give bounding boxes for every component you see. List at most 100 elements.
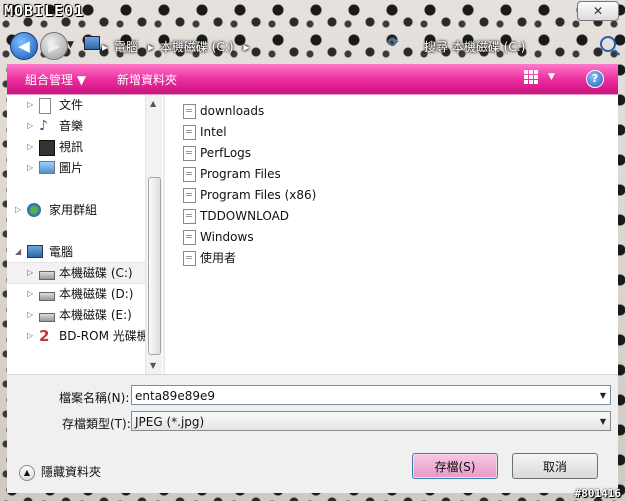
file-name: TDDOWNLOAD [200, 209, 290, 223]
sidebar-item-label: 文件 [59, 98, 84, 112]
refresh-icon[interactable]: ⟳ [388, 36, 399, 51]
filename-value: enta89e89e9 [135, 389, 215, 403]
folder-icon [183, 251, 196, 266]
new-folder-button[interactable]: 新增資料夾 [117, 71, 177, 88]
breadcrumb-separator: ▸ [243, 40, 250, 54]
site-logo: MOBILE01 [4, 2, 85, 20]
file-name: Windows [200, 230, 254, 244]
sidebar-item-music[interactable]: ▷ ♪ 音樂 [7, 116, 147, 136]
folder-icon [183, 125, 196, 140]
chevron-down-icon[interactable]: ▼ [600, 412, 606, 432]
sidebar-item-label: 家用群組 [49, 203, 98, 217]
sidebar-item-label: BD-ROM 光碟機 [59, 329, 149, 343]
sidebar-item-drive-d[interactable]: ▷ 本機磁碟 (D:) [7, 284, 147, 304]
recent-pages-dropdown[interactable]: ▼ [67, 40, 74, 50]
expand-arrow-icon[interactable]: ▷ [15, 200, 21, 220]
folder-icon [183, 188, 196, 203]
file-name: 使用者 [200, 251, 237, 265]
sidebar-item-label: 視訊 [59, 140, 84, 154]
collapse-arrow-icon[interactable]: ◢ [15, 242, 21, 262]
document-icon [39, 98, 51, 114]
expand-arrow-icon[interactable]: ▷ [27, 95, 33, 115]
sidebar-item-computer[interactable]: ◢ 電腦 [7, 242, 147, 262]
filetype-label: 存檔類型(T): [62, 417, 131, 431]
sidebar-item-label: 本機磁碟 (D:) [59, 287, 134, 301]
save-form: 檔案名稱(N): enta89e89e9 ▼ 存檔類型(T): JPEG (*.… [7, 374, 618, 493]
sidebar-item-drive-e[interactable]: ▷ 本機磁碟 (E:) [7, 305, 147, 325]
sidebar-item-label: 電腦 [49, 245, 74, 259]
navigation-bar: ◀ ▶ ▼ ▸ 電腦 ▸ 本機磁碟 (C:) ▸ ⟳ 搜尋 本機磁碟 (C:) [0, 28, 625, 62]
file-name: Program Files [200, 167, 281, 181]
breadcrumb-separator: ▸ [102, 40, 109, 54]
sidebar-item-label: 圖片 [59, 161, 84, 175]
folder-icon [183, 209, 196, 224]
expand-arrow-icon[interactable]: ▷ [27, 116, 33, 136]
picture-icon [39, 161, 55, 174]
scroll-up-icon[interactable]: ▲ [150, 99, 156, 108]
title-bar: MOBILE01 ✕ [0, 0, 625, 26]
sidebar-item-pictures[interactable]: ▷ 圖片 [7, 158, 147, 178]
sidebar-item-homegroup[interactable]: ▷ 家用群組 [7, 200, 147, 220]
folder-icon [183, 104, 196, 119]
drive-c-icon [39, 271, 55, 280]
file-name: PerfLogs [200, 146, 252, 160]
navigation-scrollbar[interactable]: ▲ ▼ [145, 95, 162, 375]
breadcrumb-separator: ▸ [147, 40, 154, 54]
video-icon [39, 140, 55, 156]
expand-arrow-icon[interactable]: ▷ [27, 158, 33, 178]
back-button[interactable]: ◀ [10, 32, 38, 60]
drive-icon [39, 313, 55, 322]
filetype-select[interactable]: JPEG (*.jpg) ▼ [131, 411, 611, 431]
breadcrumb: ▸ 電腦 ▸ 本機磁碟 (C:) ▸ [84, 38, 255, 55]
sidebar-item-label: 本機磁碟 (E:) [59, 308, 132, 322]
expand-arrow-icon[interactable]: ▷ [27, 284, 33, 304]
sidebar-item-documents[interactable]: ▷ 文件 [7, 95, 147, 115]
save-button[interactable]: 存檔(S) [412, 453, 498, 479]
chevron-down-icon[interactable]: ▼ [600, 386, 606, 406]
expand-arrow-icon[interactable]: ▷ [27, 326, 33, 346]
folder-icon [183, 230, 196, 245]
pane-splitter[interactable] [163, 95, 165, 375]
filetype-value: JPEG (*.jpg) [135, 415, 205, 429]
view-dropdown-icon[interactable]: ▼ [548, 72, 555, 82]
command-toolbar: 組合管理 ▼ 新增資料夾 ▼ ? [7, 64, 618, 94]
watermark: #801416 [574, 487, 621, 500]
breadcrumb-drive-c[interactable]: 本機磁碟 (C:) [160, 40, 234, 54]
expand-arrow-icon[interactable]: ▷ [27, 263, 33, 283]
computer-icon [27, 245, 43, 258]
expand-arrow-icon[interactable]: ▷ [27, 305, 33, 325]
content-area: ▷ 文件 ▷ ♪ 音樂 ▷ 視訊 ▷ 圖片 ▷ 家用群組 ◢ 電腦 ▷ 本機磁碟… [7, 94, 618, 375]
forward-button[interactable]: ▶ [40, 32, 68, 60]
scrollbar-thumb[interactable] [148, 177, 161, 355]
sidebar-item-drive-c[interactable]: ▷ 本機磁碟 (C:) [7, 262, 147, 284]
help-icon[interactable]: ? [586, 70, 604, 88]
breadcrumb-computer[interactable]: 電腦 [114, 40, 138, 54]
file-name: downloads [200, 104, 265, 118]
filename-label: 檔案名稱(N): [59, 391, 130, 405]
file-name: Intel [200, 125, 227, 139]
filename-field[interactable]: enta89e89e9 ▼ [131, 385, 611, 405]
chevron-up-icon: ▲ [19, 464, 35, 481]
search-icon[interactable] [600, 36, 616, 52]
folder-icon [183, 167, 196, 182]
file-name: Program Files (x86) [200, 188, 317, 202]
navigation-pane: ▷ 文件 ▷ ♪ 音樂 ▷ 視訊 ▷ 圖片 ▷ 家用群組 ◢ 電腦 ▷ 本機磁碟… [7, 95, 157, 375]
sidebar-item-bd-rom[interactable]: ▷ 2 BD-ROM 光碟機 [7, 326, 149, 346]
sidebar-item-video[interactable]: ▷ 視訊 [7, 137, 147, 157]
music-icon: ♪ [39, 118, 48, 134]
bd-rom-icon: 2 [39, 327, 50, 345]
homegroup-icon [27, 203, 41, 217]
cancel-button[interactable]: 取消 [512, 453, 598, 479]
search-input[interactable]: 搜尋 本機磁碟 (C:) [424, 38, 525, 55]
sidebar-item-label: 本機磁碟 (C:) [59, 266, 133, 280]
drive-icon [39, 292, 55, 301]
scroll-down-icon[interactable]: ▼ [150, 361, 156, 370]
sidebar-item-label: 音樂 [59, 119, 84, 133]
folder-icon [183, 146, 196, 161]
view-options-icon[interactable] [524, 70, 538, 84]
expand-arrow-icon[interactable]: ▷ [27, 137, 33, 157]
search-box[interactable]: ⟳ 搜尋 本機磁碟 (C:) [388, 32, 620, 56]
hide-folders-toggle[interactable]: ▲ 隱藏資料夾 [19, 463, 101, 481]
organize-button[interactable]: 組合管理 ▼ [25, 71, 86, 88]
close-button[interactable]: ✕ [577, 1, 619, 21]
